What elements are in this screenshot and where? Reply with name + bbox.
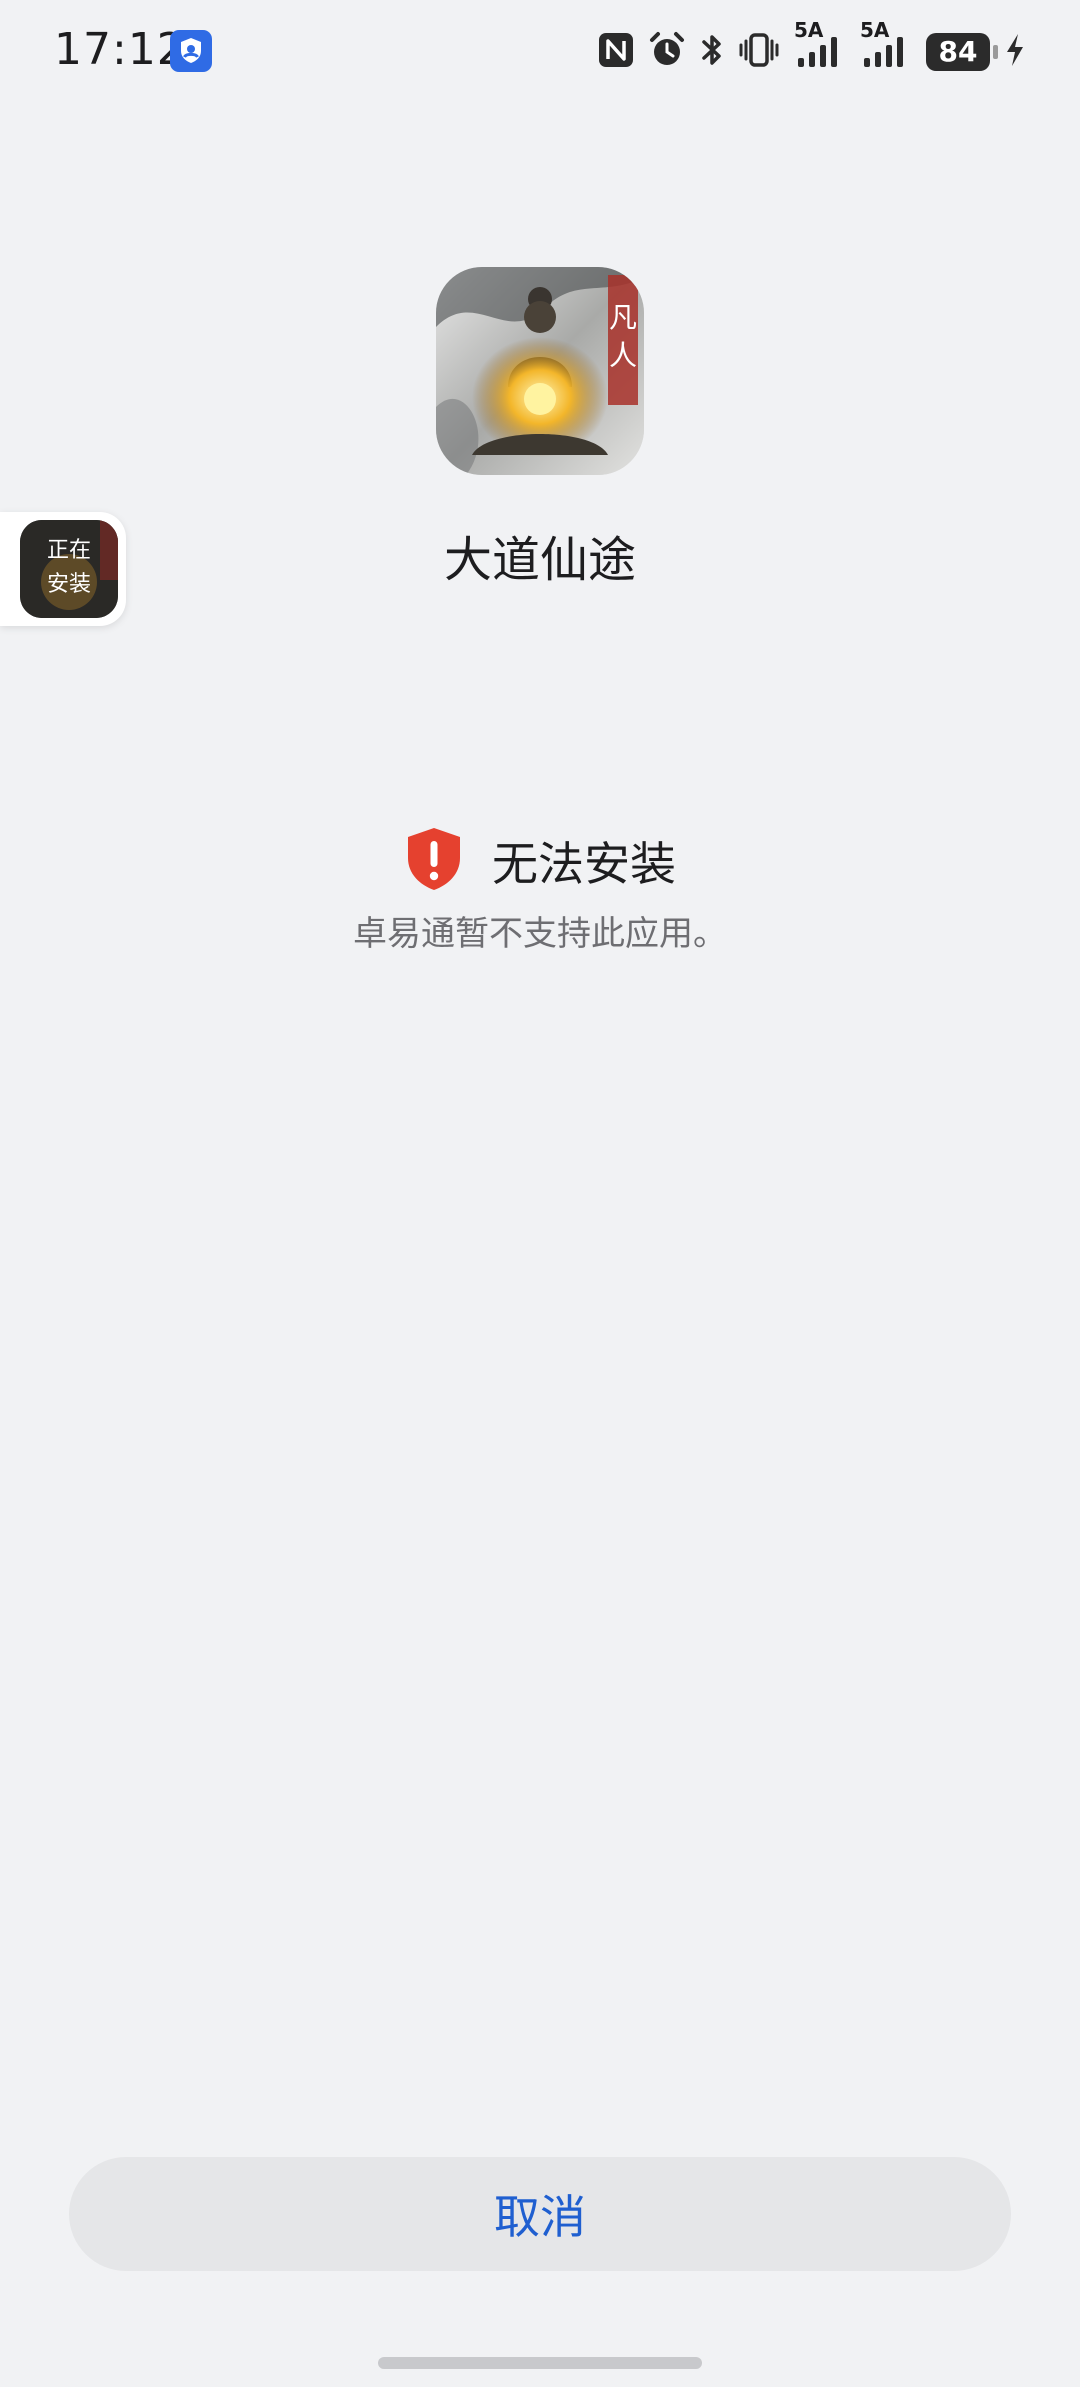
installing-status-text: 正在 安装 [20,534,118,602]
signal-sim1-label: 5A [794,18,824,42]
signal-sim2-label: 5A [860,18,890,42]
installing-floating-window[interactable]: 正在 安装 [0,512,126,626]
battery-icon: 84 [926,33,998,71]
home-indicator[interactable] [378,2357,702,2369]
bluetooth-icon [700,32,724,72]
status-bar: 17:12 5A 5A 84 [0,0,1080,100]
alarm-icon [648,31,686,73]
vibrate-icon [738,32,780,72]
charging-icon [1004,32,1026,72]
signal-sim2-icon: 5A [860,18,912,72]
app-icon-text-1: 凡 [609,303,637,334]
installing-line-2: 安装 [46,572,91,597]
security-app-icon [170,30,212,72]
status-icons: 5A 5A 84 [598,18,1026,76]
installing-line-1: 正在 [46,538,91,563]
warning-shield-icon [404,826,464,896]
error-description: 卓易通暂不支持此应用。 [353,914,727,954]
cancel-button[interactable]: 取消 [69,2157,1011,2271]
nfc-icon [598,32,634,72]
error-header: 无法安装 [0,825,1080,897]
status-time: 17:12 [54,24,186,75]
app-name: 大道仙途 [443,532,636,588]
error-title: 无法安装 [492,837,676,891]
app-icon: 凡 人 [436,267,644,475]
signal-sim1-icon: 5A [794,18,846,72]
app-icon-text-2: 人 [609,341,637,372]
